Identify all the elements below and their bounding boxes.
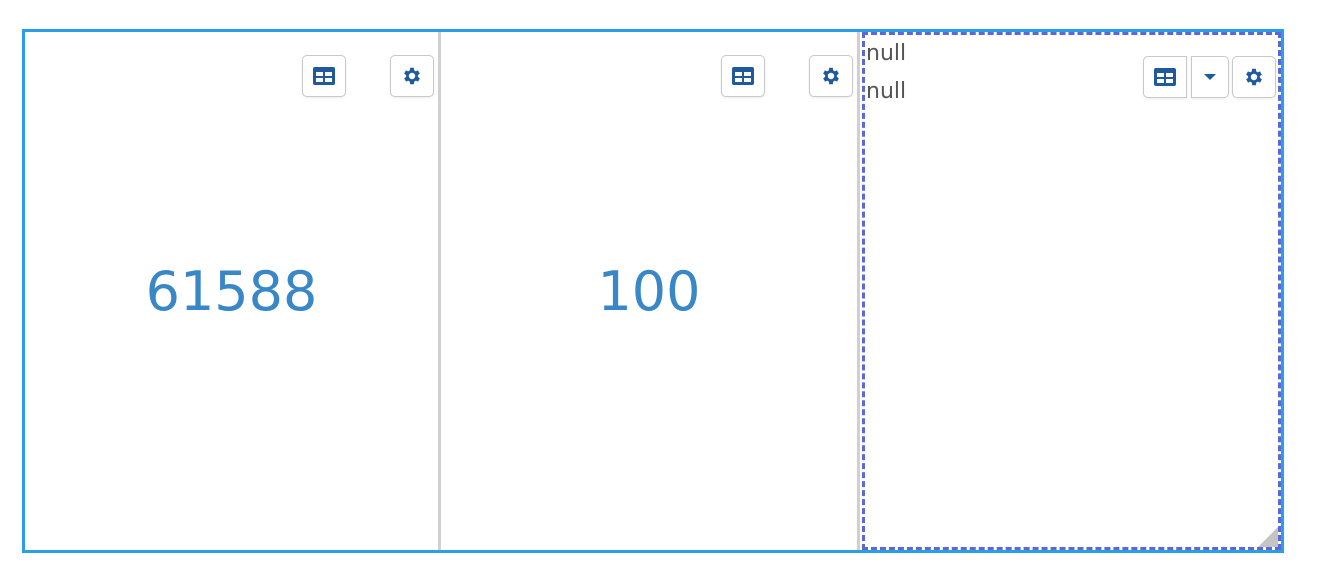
table-icon: [313, 67, 335, 85]
null-value-line-1: null: [866, 41, 907, 66]
metric-value: 61588: [145, 260, 318, 323]
gear-icon: [1246, 68, 1262, 86]
metric-panel-1[interactable]: 61588: [25, 32, 441, 550]
dashboard-container: 61588 100 null null: [22, 29, 1284, 553]
caret-down-icon: [1204, 74, 1216, 80]
table-view-button[interactable]: [1143, 56, 1187, 98]
dropdown-button[interactable]: [1191, 56, 1229, 98]
table-view-button[interactable]: [302, 55, 346, 97]
settings-button[interactable]: [1232, 56, 1276, 98]
settings-button[interactable]: [809, 55, 853, 97]
metric-panel-2[interactable]: 100: [441, 32, 860, 550]
table-icon: [732, 67, 754, 85]
selected-panel[interactable]: null null: [862, 32, 1281, 550]
gear-icon: [823, 67, 839, 85]
metric-value: 100: [597, 260, 701, 323]
null-value-line-2: null: [866, 79, 907, 104]
table-icon: [1154, 68, 1176, 86]
table-view-button[interactable]: [721, 55, 765, 97]
resize-handle[interactable]: [1258, 527, 1278, 547]
settings-button[interactable]: [390, 55, 434, 97]
gear-icon: [404, 67, 420, 85]
